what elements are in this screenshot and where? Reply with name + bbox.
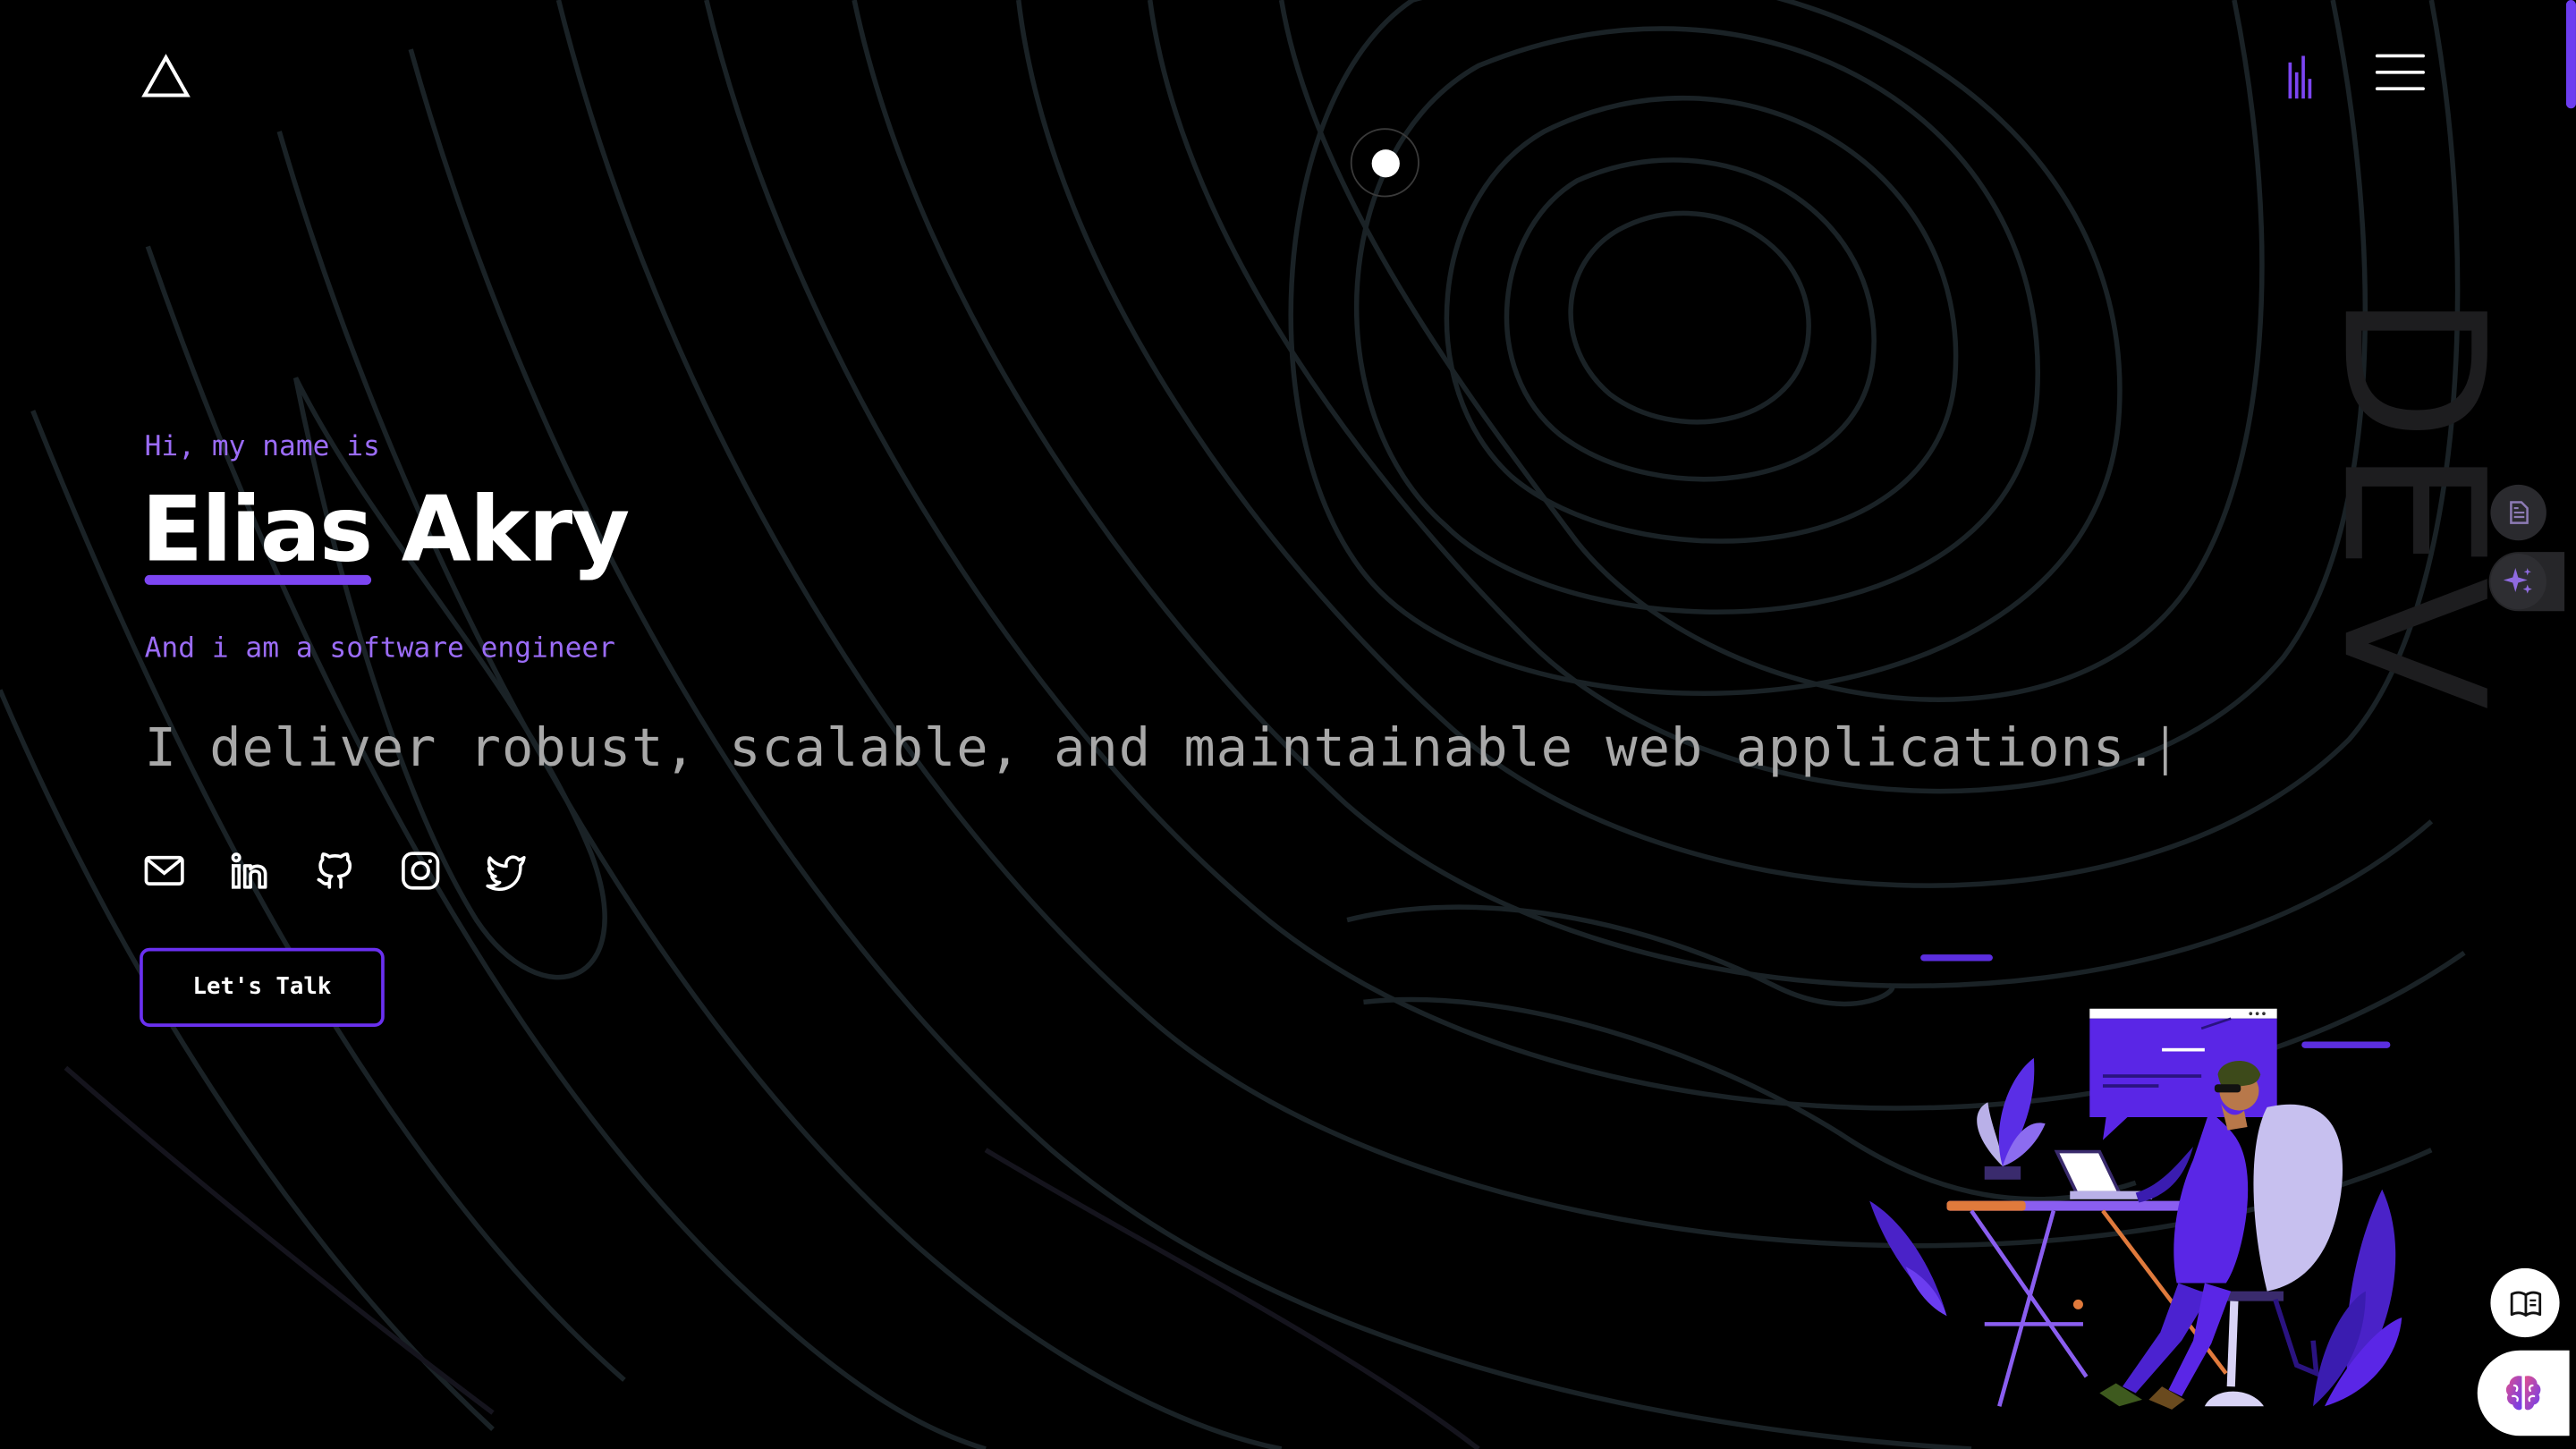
first-name: Elias — [140, 476, 373, 582]
mail-icon[interactable] — [141, 848, 187, 894]
lets-talk-button[interactable]: Let's Talk — [140, 947, 385, 1027]
greeting: Hi, my name is — [144, 430, 380, 463]
ai-assistant-button[interactable] — [2490, 553, 2546, 610]
dev-watermark: DEV — [2300, 292, 2527, 717]
typed-tagline: I deliver robust, scalable, and maintain… — [145, 716, 2168, 779]
developer-illustration — [1869, 954, 2402, 1410]
instagram-icon[interactable] — [397, 848, 443, 894]
typing-cursor — [2164, 725, 2168, 775]
scroll-indicator[interactable] — [1350, 128, 1419, 198]
sparkles-icon — [2503, 568, 2532, 594]
brain-icon — [2505, 1376, 2541, 1411]
hero-name: Elias Akry — [140, 476, 631, 582]
reading-mode-button[interactable] — [2490, 1267, 2560, 1338]
role-subtitle: And i am a software engineer — [144, 632, 615, 665]
hamburger-menu-icon[interactable] — [2375, 54, 2425, 97]
open-book-icon — [2509, 1290, 2541, 1317]
twitter-icon[interactable] — [483, 848, 529, 894]
brain-assistant-button[interactable] — [2477, 1350, 2570, 1436]
page: Hi, my name is Elias Akry And i am a sof… — [0, 0, 2576, 1449]
equalizer-icon[interactable] — [2280, 49, 2319, 102]
document-icon — [2510, 501, 2529, 524]
last-name: Akry — [401, 476, 631, 582]
github-icon[interactable] — [312, 848, 358, 894]
social-links — [141, 848, 529, 894]
linkedin-icon[interactable] — [226, 848, 272, 894]
scrollbar-thumb[interactable] — [2565, 0, 2576, 109]
triangle-logo-icon[interactable] — [141, 53, 191, 102]
resume-button[interactable] — [2490, 484, 2546, 541]
tagline-text: I deliver robust, scalable, and maintain… — [144, 716, 2158, 779]
